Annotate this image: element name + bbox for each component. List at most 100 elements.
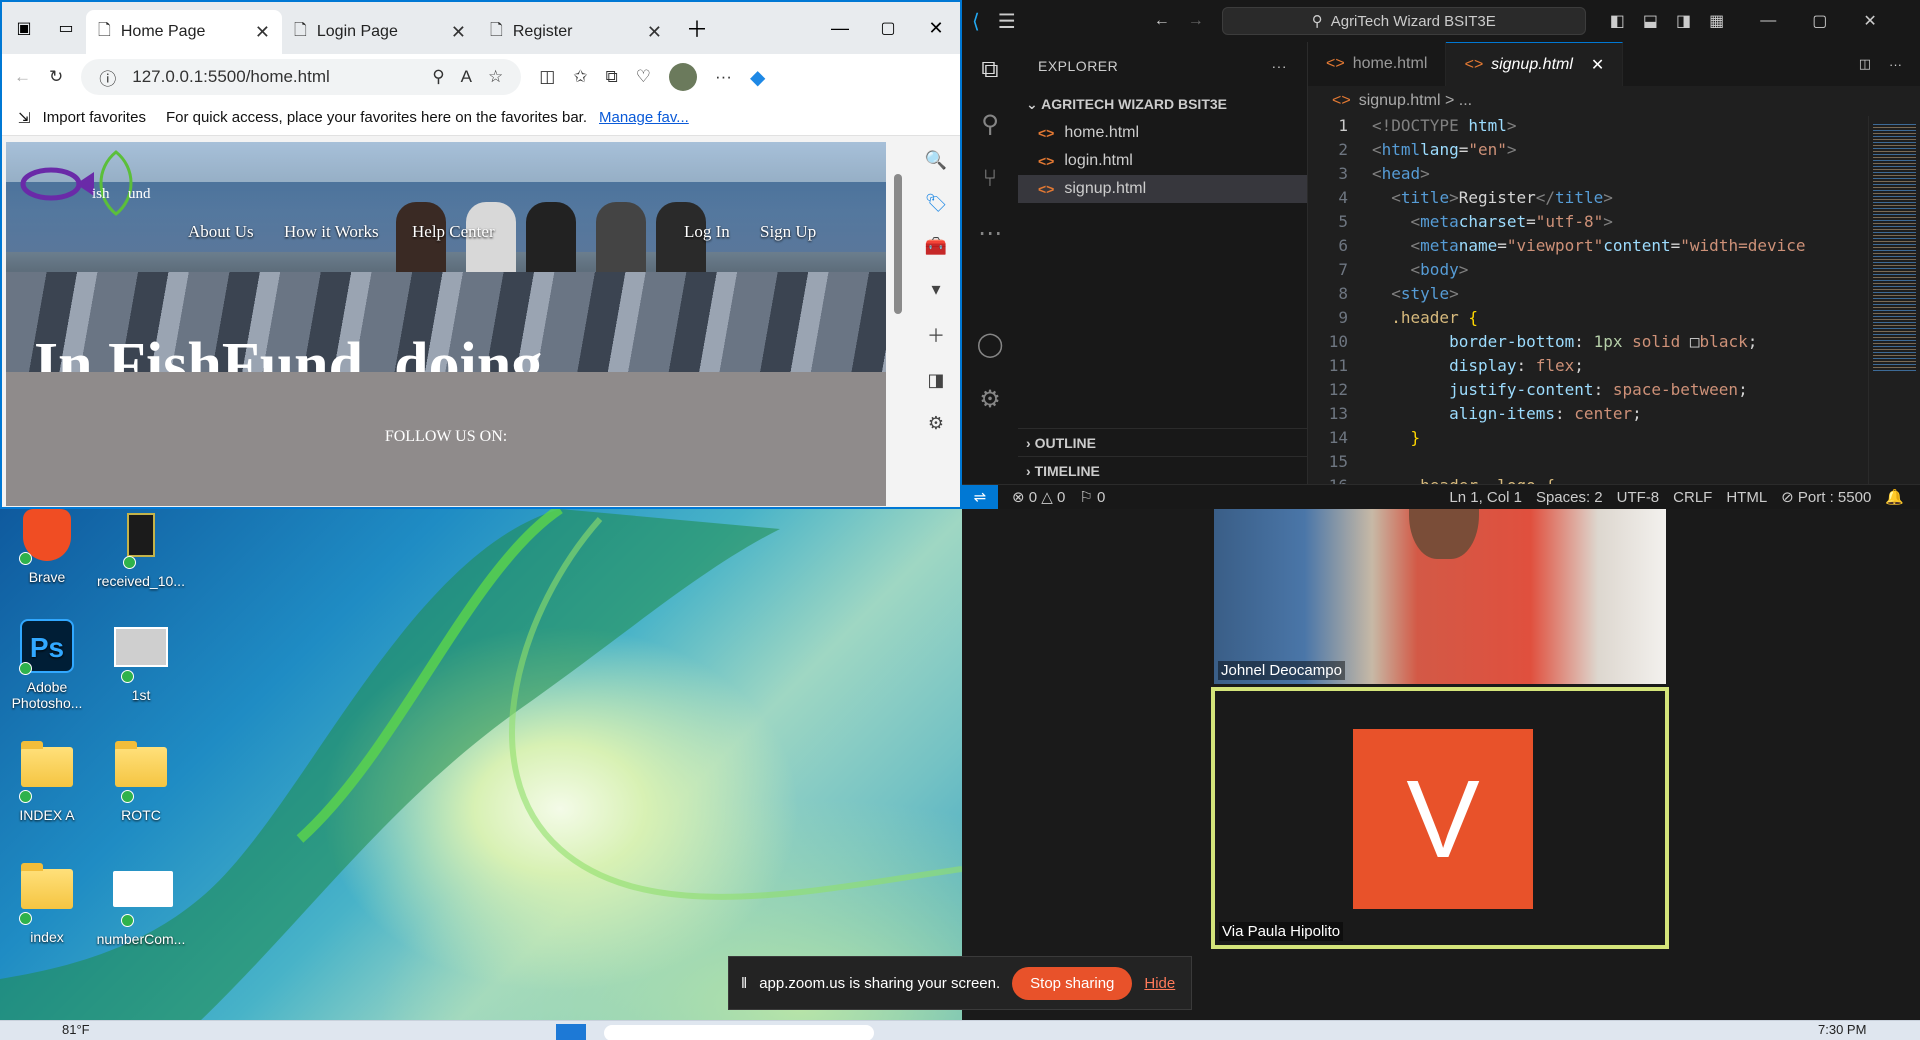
drag-handle-icon[interactable]: ‖: [741, 975, 747, 992]
desktop-icon-numbercom[interactable]: numberCom...: [96, 861, 186, 947]
hide-sidebar-icon[interactable]: ◨: [927, 370, 944, 391]
nav-sign-up[interactable]: Sign Up: [760, 222, 816, 242]
copilot-icon[interactable]: ◆: [750, 65, 765, 90]
encoding[interactable]: UTF-8: [1617, 489, 1660, 506]
outline-section[interactable]: › OUTLINE: [1018, 428, 1307, 457]
manage-gear-icon[interactable]: ⚙: [979, 385, 1001, 414]
workspaces-icon[interactable]: ▣: [2, 18, 46, 38]
search-icon[interactable]: 🔍: [925, 150, 947, 171]
cursor-position[interactable]: Ln 1, Col 1: [1449, 489, 1522, 506]
manage-favorites-link[interactable]: Manage fav...: [599, 109, 689, 126]
close-tab-icon[interactable]: ✕: [1591, 55, 1604, 75]
layout-icon[interactable]: ▦: [1709, 11, 1724, 31]
clock[interactable]: 7:30 PM: [1818, 1022, 1866, 1037]
tab-register[interactable]: 🗋 Register ✕: [478, 10, 674, 54]
editor-tab-signup[interactable]: <> signup.html ✕: [1446, 42, 1624, 86]
url-text[interactable]: 127.0.0.1:5500/home.html: [132, 67, 416, 87]
split-editor-icon[interactable]: ◫: [1859, 56, 1871, 72]
file-signup-html[interactable]: <> signup.html: [1018, 175, 1307, 203]
info-icon[interactable]: ⓘ: [99, 65, 116, 90]
editor-tab-home[interactable]: <> home.html: [1308, 42, 1447, 86]
weather-widget[interactable]: 81°F: [62, 1022, 90, 1037]
settings-icon[interactable]: ⚙: [928, 413, 944, 434]
tab-login-page[interactable]: 🗋 Login Page ✕: [282, 10, 478, 54]
address-bar[interactable]: ⓘ 127.0.0.1:5500/home.html ⚲ A͏ ☆: [81, 59, 522, 95]
file-home-html[interactable]: <> home.html: [1018, 119, 1307, 147]
shopping-tag-icon[interactable]: 🏷: [925, 193, 948, 214]
more-icon[interactable]: ⋯: [978, 219, 1002, 248]
explorer-more-icon[interactable]: ···: [1272, 58, 1288, 74]
indentation[interactable]: Spaces: 2: [1536, 489, 1603, 506]
desktop-icon-1st[interactable]: 1st: [96, 619, 186, 703]
forward-icon[interactable]: →: [1188, 12, 1204, 30]
language-mode[interactable]: HTML: [1726, 489, 1767, 506]
menu-icon[interactable]: ☰: [998, 9, 1016, 34]
minimize-icon[interactable]: —: [1760, 12, 1776, 30]
close-window-icon[interactable]: ✕: [912, 18, 960, 39]
explorer-icon[interactable]: ⧉: [981, 56, 998, 84]
close-tab-icon[interactable]: ✕: [647, 22, 662, 43]
nav-log-in[interactable]: Log In: [684, 222, 730, 242]
tab-home-page[interactable]: 🗋 Home Page ✕: [86, 10, 282, 54]
favorites-icon[interactable]: ✩: [573, 67, 587, 87]
more-menu-icon[interactable]: ···: [715, 67, 732, 87]
project-folder[interactable]: ⌄ AGRITECH WIZARD BSIT3E: [1018, 90, 1307, 119]
browser-essentials-icon[interactable]: ♡: [636, 67, 651, 87]
minimap[interactable]: [1868, 116, 1920, 484]
read-aloud-icon[interactable]: A͏: [461, 67, 472, 87]
line-ending[interactable]: CRLF: [1673, 489, 1712, 506]
editor-more-icon[interactable]: ···: [1889, 57, 1902, 72]
taskbar-search[interactable]: [604, 1025, 874, 1040]
tools-icon[interactable]: 🧰: [925, 236, 947, 257]
command-center[interactable]: ⚲ AgriTech Wizard BSIT3E: [1221, 7, 1586, 35]
account-icon[interactable]: ◯: [977, 330, 1004, 359]
notifications-bell-icon[interactable]: 🔔: [1885, 488, 1904, 506]
games-icon[interactable]: ▾: [931, 279, 940, 300]
nav-how-it-works[interactable]: How it Works: [284, 222, 379, 242]
stop-sharing-button[interactable]: Stop sharing: [1012, 966, 1133, 1000]
start-icon[interactable]: [556, 1024, 586, 1040]
desktop-icon-brave[interactable]: Brave: [2, 509, 92, 585]
code-editor[interactable]: 1 <!DOCTYPE html > 2 < html lang = "en" > 3 < hea…: [1308, 116, 1868, 484]
live-server-port[interactable]: ⊘ Port : 5500: [1781, 488, 1871, 506]
video-tile-johnel[interactable]: Johnel Deocampo: [1214, 509, 1666, 684]
site-logo[interactable]: ish und: [16, 148, 151, 218]
nav-help-center[interactable]: Help Center: [412, 222, 495, 242]
back-icon[interactable]: ←: [1154, 12, 1170, 30]
desktop-icon-photoshop[interactable]: Ps Adobe Photosho...: [2, 619, 92, 711]
import-favorites-link[interactable]: Import favorites: [43, 109, 146, 126]
back-icon[interactable]: ←: [14, 67, 31, 87]
toggle-sidebar-icon[interactable]: ◧: [1610, 11, 1625, 31]
desktop-icon-index[interactable]: index: [2, 861, 92, 945]
search-icon[interactable]: ⚲: [981, 110, 999, 139]
add-sidebar-icon[interactable]: ＋: [927, 322, 945, 348]
file-login-html[interactable]: <> login.html: [1018, 147, 1307, 175]
toggle-secondary-icon[interactable]: ◨: [1676, 11, 1691, 31]
desktop-icon-index-a[interactable]: INDEX A: [2, 739, 92, 823]
desktop-icon-rotc[interactable]: ROTC: [96, 739, 186, 823]
split-screen-icon[interactable]: ◫: [539, 67, 555, 87]
hide-banner-link[interactable]: Hide: [1144, 975, 1175, 992]
ports-indicator[interactable]: ⚐ 0: [1079, 488, 1105, 506]
tab-actions-icon[interactable]: ▭: [46, 18, 86, 38]
maximize-icon[interactable]: ▢: [1812, 11, 1827, 31]
remote-icon[interactable]: ⇌: [962, 484, 998, 510]
refresh-icon[interactable]: ↻: [49, 67, 63, 87]
page-scrollbar[interactable]: [890, 142, 906, 506]
problems-indicator[interactable]: ⊗ 0 △ 0: [1012, 488, 1065, 506]
video-tile-via-paula[interactable]: V Via Paula Hipolito: [1211, 687, 1669, 949]
close-window-icon[interactable]: ✕: [1863, 11, 1876, 31]
maximize-icon[interactable]: ▢: [864, 18, 912, 38]
favorite-star-icon[interactable]: ☆: [488, 67, 503, 87]
collections-icon[interactable]: ⧉: [606, 67, 618, 87]
toggle-panel-icon[interactable]: ⬓: [1643, 11, 1658, 31]
nav-about-us[interactable]: About Us: [188, 222, 254, 242]
profile-avatar[interactable]: [668, 63, 697, 91]
desktop-icon-received[interactable]: received_10...: [96, 509, 186, 589]
close-tab-icon[interactable]: ✕: [255, 22, 270, 43]
minimize-icon[interactable]: —: [816, 18, 864, 39]
timeline-section[interactable]: › TIMELINE: [1018, 456, 1307, 485]
source-control-icon[interactable]: ⑂: [983, 165, 997, 193]
zoom-icon[interactable]: ⚲: [432, 67, 444, 87]
new-tab-button[interactable]: ＋: [686, 12, 708, 44]
